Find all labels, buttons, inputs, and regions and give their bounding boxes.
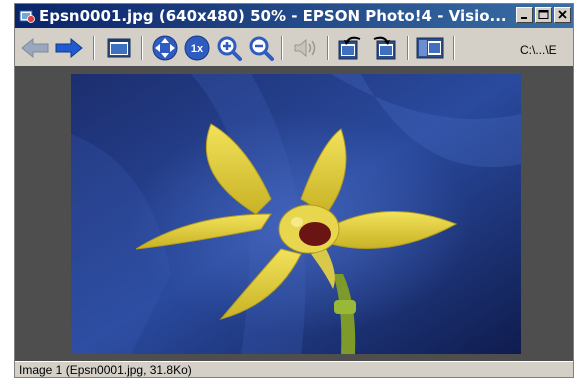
toolbar-separator bbox=[327, 36, 329, 60]
window-icon bbox=[107, 38, 131, 58]
fit-window-button[interactable] bbox=[151, 34, 179, 62]
status-text: Image 1 (Epsn0001.jpg, 31.8Ko) bbox=[19, 363, 192, 377]
maximize-button[interactable] bbox=[535, 7, 552, 23]
back-button[interactable] bbox=[19, 34, 51, 62]
toolbar-separator bbox=[93, 36, 95, 60]
app-icon[interactable] bbox=[19, 8, 35, 24]
one-x-icon: 1x bbox=[184, 35, 210, 61]
close-icon bbox=[558, 10, 567, 19]
one-x-label: 1x bbox=[191, 43, 204, 55]
slideshow-button[interactable] bbox=[415, 34, 445, 62]
arrow-right-icon bbox=[55, 38, 83, 58]
toolbar-separator bbox=[407, 36, 409, 60]
folder-path: C:\...\E bbox=[520, 43, 557, 57]
window-title: Epsn0001.jpg (640x480) 50% - EPSON Photo… bbox=[39, 7, 507, 25]
actual-size-button[interactable]: 1x bbox=[183, 34, 211, 62]
speaker-icon bbox=[294, 38, 316, 58]
title-bar[interactable]: Epsn0001.jpg (640x480) 50% - EPSON Photo… bbox=[15, 4, 573, 28]
minimize-button[interactable] bbox=[516, 7, 533, 23]
image-viewer-window: Epsn0001.jpg (640x480) 50% - EPSON Photo… bbox=[14, 3, 574, 378]
rotate-left-icon bbox=[338, 36, 361, 60]
orchid-photo[interactable] bbox=[71, 74, 521, 354]
rotate-left-button[interactable] bbox=[335, 34, 365, 62]
minimize-icon bbox=[521, 17, 527, 19]
rotate-right-icon bbox=[373, 36, 396, 60]
sound-button[interactable] bbox=[291, 34, 319, 62]
image-viewport[interactable] bbox=[15, 66, 573, 361]
zoom-out-icon bbox=[249, 36, 274, 61]
zoom-in-icon bbox=[217, 36, 242, 61]
close-button[interactable] bbox=[554, 7, 571, 23]
toolbar-separator bbox=[141, 36, 143, 60]
forward-button[interactable] bbox=[53, 34, 85, 62]
window-controls bbox=[516, 7, 571, 23]
toolbar: 1x C:\...\E bbox=[15, 30, 573, 66]
toolbar-separator bbox=[453, 36, 455, 60]
maximize-icon bbox=[538, 10, 549, 19]
zoom-in-button[interactable] bbox=[215, 34, 243, 62]
arrow-left-icon bbox=[21, 38, 49, 58]
zoom-out-button[interactable] bbox=[247, 34, 275, 62]
window-view-button[interactable] bbox=[105, 34, 133, 62]
status-bar: Image 1 (Epsn0001.jpg, 31.8Ko) bbox=[15, 361, 573, 377]
rotate-right-button[interactable] bbox=[369, 34, 399, 62]
toolbar-separator bbox=[281, 36, 283, 60]
move-arrows-icon bbox=[152, 35, 178, 61]
slideshow-icon bbox=[416, 37, 444, 59]
